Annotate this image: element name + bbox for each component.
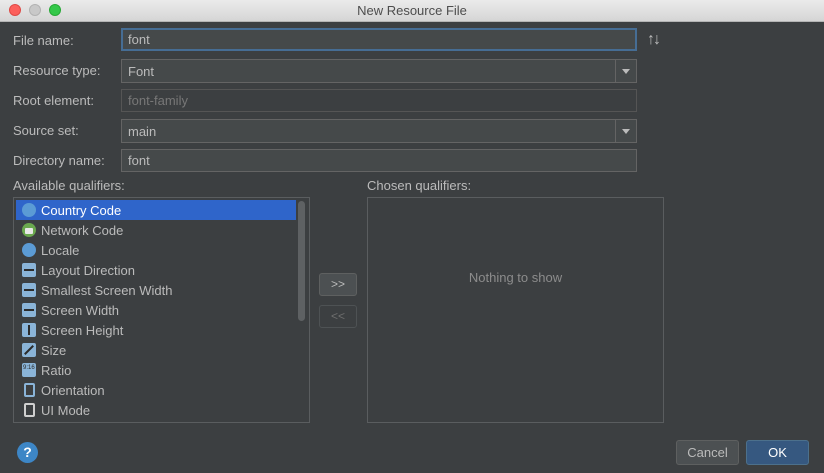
resource-type-value: Font	[128, 64, 155, 79]
chosen-qualifiers-list[interactable]: Nothing to show	[367, 197, 664, 423]
window-title: New Resource File	[357, 3, 467, 18]
source-set-label: Source set:	[13, 123, 79, 138]
qualifier-label: Size	[41, 342, 67, 358]
root-element-input: font-family	[121, 89, 637, 112]
qualifier-label: Layout Direction	[41, 262, 135, 278]
qualifier-item-orientation[interactable]: Orientation	[16, 380, 296, 400]
qualifier-item-size[interactable]: Size	[16, 340, 296, 360]
qualifier-item-country-code[interactable]: Country Code	[16, 200, 296, 220]
qualifier-label: Smallest Screen Width	[41, 282, 173, 298]
resource-type-select[interactable]: Font	[121, 59, 637, 83]
qualifier-label: Country Code	[41, 202, 122, 218]
layout-direction-icon	[22, 263, 36, 277]
qualifier-label: Ratio	[41, 362, 72, 378]
ratio-icon	[22, 363, 36, 377]
qualifier-label: Network Code	[41, 222, 124, 238]
qualifier-label: Screen Height	[41, 322, 124, 338]
source-set-select[interactable]: main	[121, 119, 637, 143]
qualifier-label: UI Mode	[41, 402, 91, 418]
source-set-value: main	[128, 124, 157, 139]
qualifier-item-screen-width[interactable]: Screen Width	[16, 300, 296, 320]
globe-icon	[22, 243, 36, 257]
chosen-qualifiers-label: Chosen qualifiers:	[367, 178, 472, 193]
available-qualifiers-label: Available qualifiers:	[13, 178, 125, 193]
empty-state-text: Nothing to show	[468, 270, 563, 285]
qualifier-item-ratio[interactable]: Ratio	[16, 360, 296, 380]
available-qualifiers-list[interactable]: Country Code Network Code Locale Layout …	[13, 197, 310, 423]
title-bar: New Resource File	[0, 0, 824, 22]
qualifier-item-ui-mode[interactable]: UI Mode	[16, 400, 296, 420]
directory-name-label: Directory name:	[13, 153, 105, 168]
globe-icon	[22, 203, 36, 217]
remove-qualifier-button[interactable]: <<	[319, 305, 357, 328]
chevron-down-icon[interactable]	[615, 120, 636, 142]
sort-icon[interactable]: ↑↓	[647, 31, 661, 49]
qualifier-item-smallest-screen-width[interactable]: Smallest Screen Width	[16, 280, 296, 300]
qualifier-item-layout-direction[interactable]: Layout Direction	[16, 260, 296, 280]
file-name-input[interactable]: font	[121, 28, 637, 51]
ok-button[interactable]: OK	[746, 440, 809, 465]
qualifier-label: Screen Width	[41, 302, 120, 318]
help-icon[interactable]: ?	[17, 442, 38, 463]
qualifier-label: Locale	[41, 242, 80, 258]
orientation-icon	[24, 383, 35, 397]
add-qualifier-button[interactable]: >>	[319, 273, 357, 296]
list-scrollbar[interactable]	[298, 201, 305, 321]
qualifier-item-locale[interactable]: Locale	[16, 240, 296, 260]
width-icon	[22, 303, 36, 317]
size-icon	[22, 343, 36, 357]
qualifier-item-screen-height[interactable]: Screen Height	[16, 320, 296, 340]
directory-name-input[interactable]: font	[121, 149, 637, 172]
file-name-label: File name:	[13, 33, 74, 48]
network-icon	[22, 223, 36, 237]
chevron-down-icon[interactable]	[615, 60, 636, 82]
height-icon	[22, 323, 36, 337]
cancel-button[interactable]: Cancel	[676, 440, 739, 465]
qualifier-item-network-code[interactable]: Network Code	[16, 220, 296, 240]
ui-mode-icon	[24, 403, 35, 417]
qualifier-label: Orientation	[41, 382, 105, 398]
root-element-label: Root element:	[13, 93, 94, 108]
smallest-width-icon	[22, 283, 36, 297]
resource-type-label: Resource type:	[13, 63, 101, 78]
